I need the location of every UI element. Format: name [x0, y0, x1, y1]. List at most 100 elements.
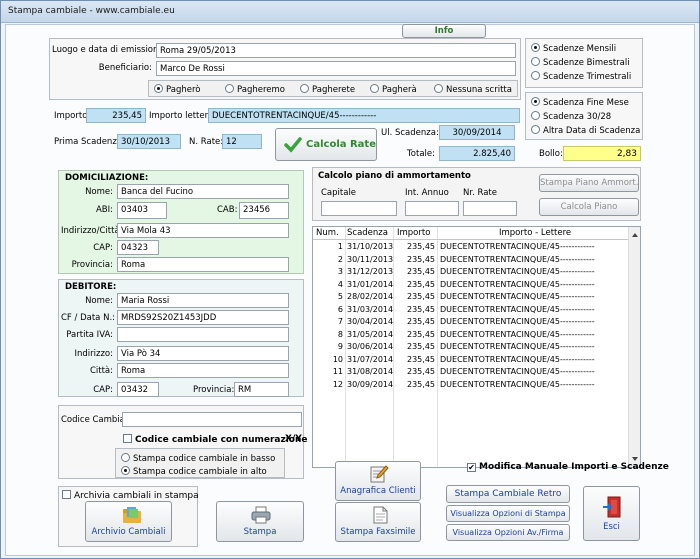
pagamento-radio-dot[interactable]: [434, 84, 443, 93]
importo-input[interactable]: 235,45: [86, 108, 146, 123]
deb-piva-input[interactable]: [117, 327, 289, 342]
scadenze-table[interactable]: Num. Scadenza Importo Importo - Lettere …: [312, 226, 641, 468]
pagamento-radio-1[interactable]: Pagherò: [154, 84, 200, 96]
deb-indirizzo-input[interactable]: Via Pò 34: [117, 346, 289, 361]
modifica-checkbox-box[interactable]: ✔: [467, 463, 476, 472]
deb-nome-input[interactable]: Maria Rossi: [117, 293, 289, 308]
dom-provincia-input[interactable]: Roma: [117, 257, 289, 272]
nr-rate-input[interactable]: [463, 201, 517, 216]
table-row[interactable]: 3 31/12/2013 235,45 DUECENTOTRENTACINQUE/45…: [313, 266, 629, 278]
frequenza-radio-label: Scadenze Mensili: [543, 44, 617, 54]
dom-indirizzo-input[interactable]: Via Mola 43: [117, 223, 289, 238]
faxsimile-label: Stampa Faxsimile: [340, 527, 416, 537]
stampa-piano-button[interactable]: Stampa Piano Ammort.: [539, 174, 639, 192]
opzioni-stampa-button[interactable]: Visualizza Opzioni di Stampa: [446, 505, 570, 522]
table-row[interactable]: 10 31/07/2014 235,45 DUECENTOTRENTACINQUE/4…: [313, 354, 629, 366]
pagamento-radio-3[interactable]: Pagherete: [300, 84, 355, 96]
n-rate-input[interactable]: 12: [222, 134, 262, 149]
table-row[interactable]: 11 31/08/2014 235,45 DUECENTOTRENTACINQUE/4…: [313, 366, 629, 378]
cell-scadenza: 31/03/2014: [347, 304, 394, 314]
tipo-scadenza-radio-1[interactable]: Scadenza Fine Mese: [531, 97, 629, 109]
tipo-scadenza-panel: Scadenza Fine Mese Scadenza 30/28 Altra Da…: [525, 92, 643, 140]
dom-cab-input[interactable]: 23456: [239, 202, 289, 219]
pagamento-group: Pagherò Pagheremo Pagherete Pagherà Nessuna …: [148, 80, 518, 97]
tipo-scadenza-radio-dot[interactable]: [531, 97, 540, 106]
opzioni-av-firma-button[interactable]: Visualizza Opzioni Av./Firma: [446, 524, 570, 541]
codice-radio-dot[interactable]: [121, 466, 130, 475]
pagamento-radio-2[interactable]: Pagheremo: [225, 84, 285, 96]
archivia-checkbox-box[interactable]: [62, 490, 71, 499]
pagamento-radio-4[interactable]: Pagherà: [370, 84, 417, 96]
beneficiario-input[interactable]: Marco De Rossi: [156, 61, 516, 76]
pagamento-radio-dot[interactable]: [300, 84, 309, 93]
dom-abi-label: ABI:: [95, 205, 113, 215]
pagamento-radio-dot[interactable]: [154, 84, 163, 93]
dom-abi-input[interactable]: 03403: [117, 202, 167, 219]
dom-cap-label: CAP:: [93, 243, 113, 253]
tipo-scadenza-radio-3[interactable]: Altra Data di Scadenza: [531, 125, 640, 137]
tipo-scadenza-radio-dot[interactable]: [531, 111, 540, 120]
codice-radio-2[interactable]: Stampa codice cambiale in alto: [121, 466, 267, 478]
frequenza-radio-2[interactable]: Scadenze Bimestrali: [531, 57, 630, 69]
table-row[interactable]: 1 31/10/2013 235,45 DUECENTOTRENTACINQUE/45…: [313, 241, 629, 253]
table-row[interactable]: 7 30/04/2014 235,45 DUECENTOTRENTACINQUE/45…: [313, 316, 629, 328]
frequenza-radio-3[interactable]: Scadenze Trimestrali: [531, 71, 631, 83]
frequenza-radio-dot[interactable]: [531, 71, 540, 80]
tipo-scadenza-radio-label: Scadenza Fine Mese: [543, 98, 629, 108]
dom-nome-input[interactable]: Banca del Fucino: [117, 184, 289, 199]
codice-radio-1[interactable]: Stampa codice cambiale in basso: [121, 453, 275, 465]
codice-input[interactable]: [122, 412, 302, 427]
tipo-scadenza-radio-dot[interactable]: [531, 125, 540, 134]
deb-provincia-input[interactable]: RM: [234, 382, 289, 397]
table-row[interactable]: 5 28/02/2014 235,45 DUECENTOTRENTACINQUE/45…: [313, 291, 629, 303]
modifica-manuale-checkbox[interactable]: ✔ Modifica Manuale Importi e Scadenze: [467, 462, 669, 473]
capitale-input[interactable]: [321, 201, 397, 216]
codice-radio-dot[interactable]: [121, 453, 130, 462]
bollo-input[interactable]: 2,83: [563, 146, 641, 161]
luogo-input[interactable]: Roma 29/05/2013: [156, 43, 516, 58]
esci-button[interactable]: Esci: [583, 486, 640, 541]
debitore-title: DEBITORE:: [65, 282, 117, 292]
ul-scadenza-input[interactable]: 30/09/2014: [439, 125, 515, 140]
calcola-rate-button[interactable]: Calcola Rate: [275, 128, 377, 161]
table-scrollbar[interactable]: [628, 227, 640, 467]
deb-cap-input[interactable]: 03432: [117, 382, 159, 397]
frequenza-radio-dot[interactable]: [531, 43, 540, 52]
document-icon: [370, 505, 390, 528]
totale-input[interactable]: 2.825,40: [439, 146, 515, 161]
cell-num: 11: [332, 367, 343, 376]
pagamento-radio-dot[interactable]: [370, 84, 379, 93]
archivio-cambiali-button[interactable]: Archivio Cambiali: [85, 501, 172, 542]
pagamento-radio-5[interactable]: Nessuna scritta: [434, 84, 512, 96]
frequenza-radio-1[interactable]: Scadenze Mensili: [531, 43, 616, 55]
edit-document-icon: [369, 464, 389, 487]
calcola-piano-button[interactable]: Calcola Piano: [539, 198, 639, 216]
pagamento-radio-dot[interactable]: [225, 84, 234, 93]
ammortamento-title: Calcolo piano di ammortamento: [318, 171, 471, 181]
table-row[interactable]: 2 30/11/2013 235,45 DUECENTOTRENTACINQUE/45…: [313, 254, 629, 266]
int-annuo-input[interactable]: [405, 201, 459, 216]
table-row[interactable]: 6 31/03/2014 235,45 DUECENTOTRENTACINQUE/45…: [313, 304, 629, 316]
table-row[interactable]: 9 30/06/2014 235,45 DUECENTOTRENTACINQUE/45…: [313, 341, 629, 353]
header-panel: Luogo e data di emissione: Roma 29/05/20…: [49, 38, 521, 100]
anagrafica-clienti-button[interactable]: Anagrafica Clienti: [335, 461, 421, 501]
numerazione-checkbox-box[interactable]: [123, 434, 132, 443]
deb-citta-input[interactable]: Roma: [117, 363, 289, 378]
numerazione-checkbox[interactable]: Codice cambiale con numerazione: [123, 434, 307, 446]
table-row[interactable]: 12 30/09/2014 235,45 DUECENTOTRENTACINQUE/4…: [313, 379, 629, 391]
tipo-scadenza-radio-2[interactable]: Scadenza 30/28: [531, 111, 611, 123]
importo-lettere-input[interactable]: DUECENTOTRENTACINQUE/45------------: [208, 108, 520, 123]
deb-cf-input[interactable]: MRDS92S20Z1453JDD: [117, 310, 289, 325]
stampa-button[interactable]: Stampa: [216, 501, 304, 542]
cell-importo: 235,45: [407, 342, 435, 351]
info-tab[interactable]: Info: [402, 24, 486, 38]
table-row[interactable]: 8 31/05/2014 235,45 DUECENTOTRENTACINQUE/45…: [313, 329, 629, 341]
dom-cap-input[interactable]: 04323: [117, 240, 159, 255]
table-row[interactable]: 4 31/01/2014 235,45 DUECENTOTRENTACINQUE/45…: [313, 279, 629, 291]
stampa-cambiale-retro-button[interactable]: Stampa Cambiale Retro: [446, 485, 570, 503]
frequenza-radio-dot[interactable]: [531, 57, 540, 66]
cell-importo: 235,45: [407, 379, 435, 389]
prima-scadenza-input[interactable]: 30/10/2013: [117, 134, 181, 149]
scroll-up-icon[interactable]: [629, 229, 641, 241]
stampa-faxsimile-button[interactable]: Stampa Faxsimile: [335, 502, 421, 542]
